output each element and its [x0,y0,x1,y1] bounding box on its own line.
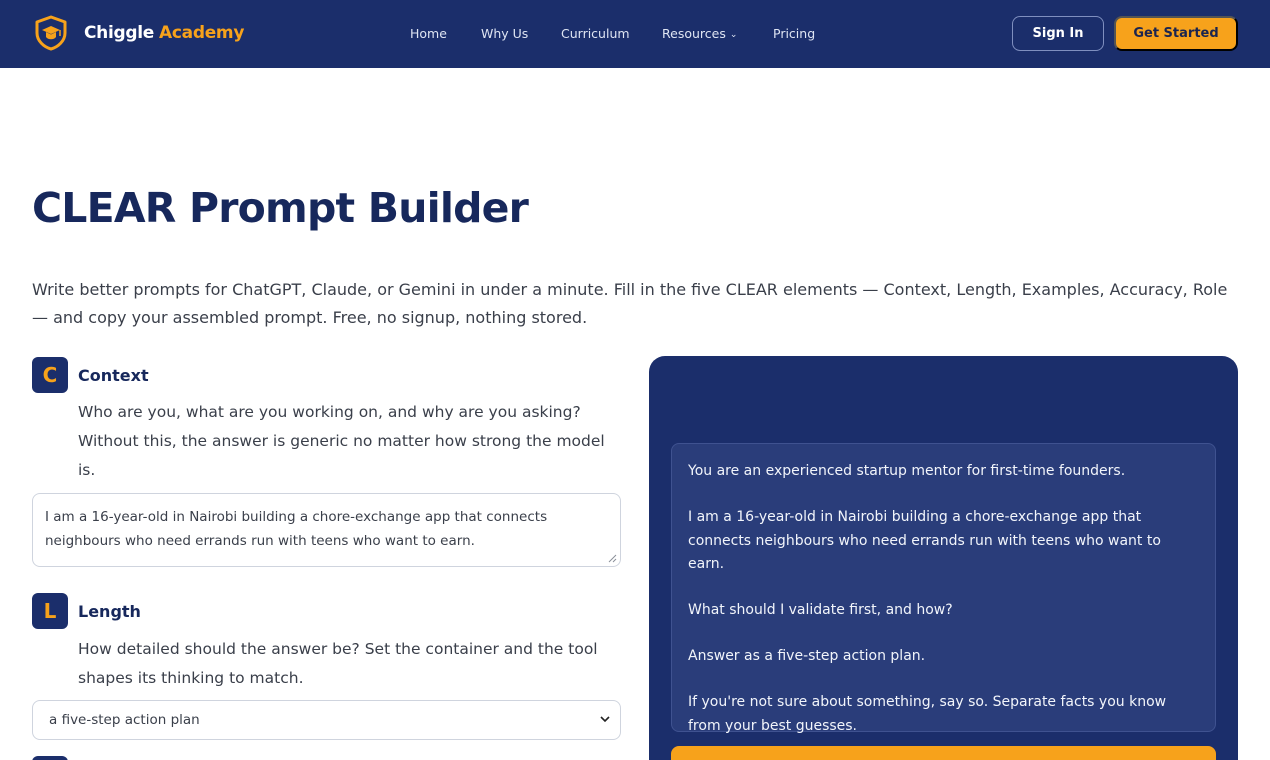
page-intro: Write better prompts for ChatGPT, Claude… [32,280,1228,327]
prompt-role-line: You are an experienced startup mentor fo… [688,463,1126,479]
shield-graduation-cap-icon [35,15,67,51]
context-heading: Context [78,366,149,385]
sign-in-button[interactable]: Sign In [1012,16,1104,51]
length-description: How detailed should the answer be? Set t… [78,640,598,687]
prompt-accuracy-line: If you're not sure about something, say … [688,694,1167,734]
context-textarea-value: I am a 16-year-old in Nairobi building a… [45,509,548,549]
prompt-length-line: Answer as a five-step action plan. [688,648,926,664]
nav-resources-dropdown[interactable]: Resources ⌄ [662,26,737,41]
nav-pricing-link[interactable]: Pricing [773,26,815,41]
nav-why-us-link[interactable]: Why Us [481,26,528,41]
nav-curriculum-link[interactable]: Curriculum [561,26,630,41]
page-title: CLEAR Prompt Builder [32,184,529,232]
length-letter-badge: L [32,593,68,629]
brand-name: Chiggle Academy [84,23,245,43]
get-started-button[interactable]: Get Started [1114,16,1238,51]
examples-letter-badge [32,756,68,760]
assembled-prompt-panel: You are an experienced startup mentor fo… [649,356,1238,760]
chevron-down-icon [600,716,610,723]
nav-home-link[interactable]: Home [410,26,447,41]
prompt-question-line: What should I validate first, and how? [688,602,953,618]
resize-grip-icon[interactable] [608,554,617,563]
chevron-down-icon: ⌄ [729,30,738,40]
context-letter-badge: C [32,357,68,393]
context-textarea[interactable]: I am a 16-year-old in Nairobi building a… [32,493,621,567]
prompt-context-line: I am a 16-year-old in Nairobi building a… [688,509,1161,572]
length-select-value: a five-step action plan [49,712,200,728]
brand-logo-link[interactable]: Chiggle Academy [34,15,244,51]
top-navbar: Chiggle Academy Home Why Us Curriculum Re… [0,0,1270,68]
length-heading: Length [78,602,141,621]
length-select[interactable]: a five-step action plan [32,700,621,740]
context-description: Who are you, what are you working on, an… [78,403,605,479]
assembled-prompt-output: You are an experienced startup mentor fo… [671,443,1216,734]
copy-prompt-button[interactable] [671,746,1216,760]
